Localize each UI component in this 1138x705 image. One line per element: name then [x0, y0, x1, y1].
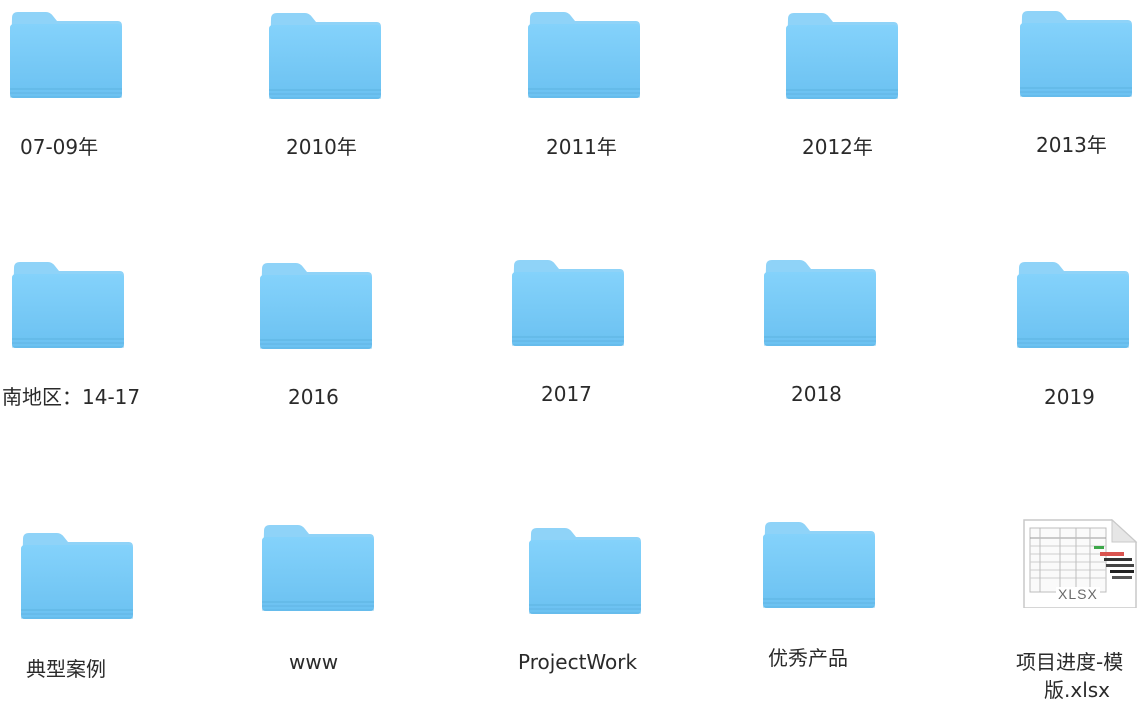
folder-label: 优秀产品 — [768, 646, 848, 670]
folder-label: 典型案例 — [26, 657, 106, 681]
folder-label: 2016 — [288, 385, 339, 409]
folder-icon — [267, 9, 383, 101]
folder-label: 2013年 — [1036, 133, 1107, 157]
file-label-line1: 项目进度-模 — [1016, 650, 1124, 674]
folder-label: 南地区：14-17 — [2, 385, 141, 409]
folder-label: ProjectWork — [518, 650, 638, 674]
folder-icon — [10, 258, 126, 350]
folder-icon — [526, 8, 642, 100]
folder-icon — [527, 524, 643, 616]
folder-label: 2012年 — [802, 135, 873, 159]
file-label-line2: 版.xlsx — [1044, 678, 1111, 702]
folder-icon — [761, 518, 877, 610]
folder-label: www — [289, 650, 339, 674]
folder-label: 07-09年 — [20, 135, 99, 159]
folder-icon — [762, 256, 878, 348]
folder-icon — [8, 8, 124, 100]
folder-icon — [1015, 258, 1131, 350]
folder-icon — [258, 259, 374, 351]
folder-icon — [510, 256, 626, 348]
folder-label: 2019 — [1044, 385, 1095, 409]
folder-label: 2017 — [541, 382, 592, 406]
folder-icon — [784, 9, 900, 101]
folder-icon — [19, 529, 135, 621]
folder-label: 2011年 — [546, 135, 617, 159]
folder-label: 2018 — [791, 382, 842, 406]
folder-icon — [260, 521, 376, 613]
folder-icon — [1018, 7, 1134, 99]
xlsx-badge: XLSX — [1058, 586, 1098, 602]
folder-label: 2010年 — [286, 135, 357, 159]
